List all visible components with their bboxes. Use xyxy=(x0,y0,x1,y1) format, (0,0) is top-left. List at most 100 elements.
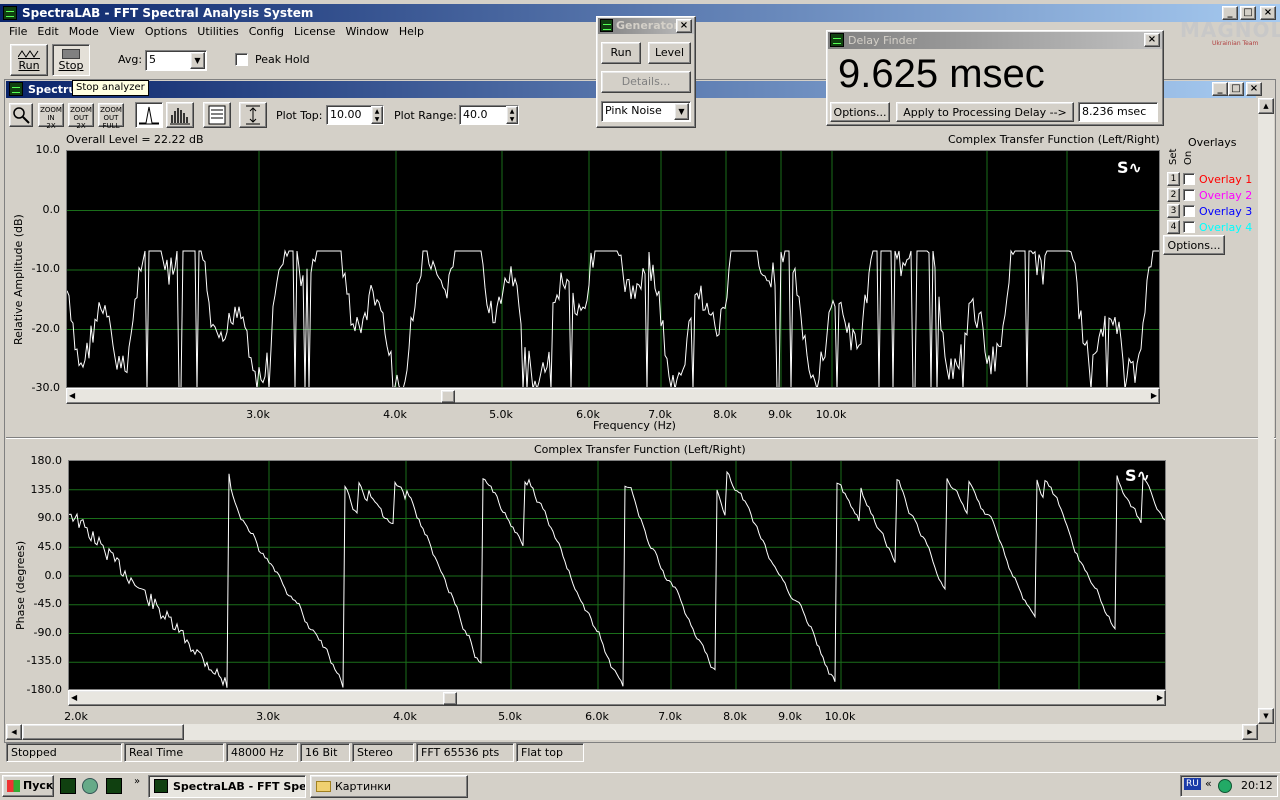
avg-select[interactable]: 5 ▼ xyxy=(145,50,207,71)
overlay-on-checkbox[interactable] xyxy=(1183,205,1195,217)
processing-delay-field[interactable]: 8.236 msec xyxy=(1078,102,1158,122)
scale-button[interactable] xyxy=(239,102,267,128)
child-close-button[interactable]: × xyxy=(1246,82,1262,96)
menu-file[interactable]: File xyxy=(4,22,32,42)
overlay-set-button[interactable]: 4 xyxy=(1167,220,1180,234)
stop-button[interactable]: Stop xyxy=(52,44,90,76)
ytick-label: 10.0 xyxy=(35,143,61,156)
tray-expand-icon[interactable]: « xyxy=(1205,777,1212,790)
start-button[interactable]: Пуск xyxy=(2,775,54,797)
menu-options[interactable]: Options xyxy=(140,22,192,42)
scroll-up-icon[interactable]: ▲ xyxy=(1258,98,1274,114)
zoom-out-icon: ZOOM OUT 2X xyxy=(70,106,92,130)
generator-close-button[interactable]: × xyxy=(676,19,692,33)
bar-graph-icon xyxy=(170,108,190,125)
task-spectralab[interactable]: SpectraLAB - FFT Spe... xyxy=(148,775,306,798)
xtick-label: 2.0k xyxy=(64,710,88,723)
ytick-label: 90.0 xyxy=(37,511,63,525)
plot-top-label: Plot Top: xyxy=(276,109,323,122)
plot-range-input[interactable]: 40.0 ▲ ▼ xyxy=(459,105,519,125)
peak-hold-checkbox[interactable] xyxy=(235,53,248,66)
overlay-on-checkbox[interactable] xyxy=(1183,173,1195,185)
overlay-label: Overlay 1 xyxy=(1199,173,1253,186)
overlay-on-checkbox[interactable] xyxy=(1183,221,1195,233)
menu-help[interactable]: Help xyxy=(394,22,429,42)
zoom-in-button[interactable]: ZOOM IN 2X xyxy=(38,103,64,130)
menu-utilities[interactable]: Utilities xyxy=(192,22,243,42)
xtick-label: 7.0k xyxy=(658,710,682,723)
generator-level-button[interactable]: Level xyxy=(648,42,691,64)
plot-top-spinner[interactable]: ▲ ▼ xyxy=(371,106,383,124)
quicklaunch-app-icon[interactable] xyxy=(106,778,122,794)
zoom-tool-button[interactable] xyxy=(9,103,33,127)
window-vscrollbar[interactable]: ▲ ▼ xyxy=(1258,98,1274,724)
delay-finder-title: Delay Finder xyxy=(848,34,917,47)
menu-window[interactable]: Window xyxy=(340,22,393,42)
language-indicator[interactable]: RU xyxy=(1184,778,1201,790)
delay-options-button[interactable]: Options... xyxy=(830,102,890,122)
scroll-left-icon[interactable]: ◀ xyxy=(6,724,22,740)
generator-run-button[interactable]: Run xyxy=(601,42,641,64)
phase-plot-title: Complex Transfer Function (Left/Right) xyxy=(534,443,746,456)
line-mode-button[interactable] xyxy=(135,102,163,128)
quicklaunch-spectralab-icon[interactable] xyxy=(60,778,76,794)
xtick-label: 3.0k xyxy=(246,408,270,421)
window-hscroll-thumb[interactable] xyxy=(22,724,184,740)
scroll-left-icon: ◀ xyxy=(69,391,76,400)
child-minimize-button[interactable]: _ xyxy=(1212,82,1228,96)
phase-hscrollbar[interactable]: ◀ ▶ xyxy=(68,690,1166,706)
window-hscrollbar[interactable]: ◀ ▶ xyxy=(6,724,1258,740)
amp-scroll-thumb[interactable] xyxy=(441,390,455,403)
phase-ylabel: Phase (degrees) xyxy=(14,540,27,630)
menu-mode[interactable]: Mode xyxy=(64,22,104,42)
amp-hscrollbar[interactable]: ◀ ▶ xyxy=(66,388,1160,404)
plot-top-input[interactable]: 10.00 ▲ ▼ xyxy=(326,105,384,125)
bar-mode-button[interactable] xyxy=(166,102,194,128)
phase-scroll-thumb[interactable] xyxy=(443,692,457,705)
menu-edit[interactable]: Edit xyxy=(32,22,63,42)
status-cell: 16 Bit xyxy=(300,743,350,762)
task-folder[interactable]: Картинки xyxy=(310,775,468,798)
scroll-right-icon[interactable]: ▶ xyxy=(1242,724,1258,740)
ytick-label: 180.0 xyxy=(30,454,63,467)
quicklaunch-globe-icon[interactable] xyxy=(82,778,98,794)
scroll-down-icon[interactable]: ▼ xyxy=(1258,708,1274,724)
chevron-down-icon[interactable]: ▼ xyxy=(190,52,205,69)
ytick-label: -30.0 xyxy=(31,381,60,394)
generator-signal-select[interactable]: Pink Noise ▼ xyxy=(601,101,691,122)
menu-license[interactable]: License xyxy=(289,22,340,42)
overlays-options-button[interactable]: Options... xyxy=(1163,235,1225,255)
quicklaunch-more-icon[interactable]: » xyxy=(134,776,140,787)
child-maximize-button[interactable]: □ xyxy=(1228,82,1244,96)
plot-range-spinner[interactable]: ▲ ▼ xyxy=(506,106,518,124)
menu-view[interactable]: View xyxy=(104,22,140,42)
overlay-set-button[interactable]: 1 xyxy=(1167,172,1180,186)
xtick-label: 9.0k xyxy=(778,710,802,723)
plot-splitter[interactable] xyxy=(6,437,1276,439)
phase-plot[interactable]: S∿ xyxy=(68,460,1166,690)
clock: 20:12 xyxy=(1241,779,1273,792)
amplitude-plot[interactable]: S∿ xyxy=(66,150,1160,388)
zoom-full-button[interactable]: ZOOM OUT FULL xyxy=(98,103,124,130)
overlay-on-checkbox[interactable] xyxy=(1183,189,1195,201)
overall-level: Overall Level = 22.22 dB xyxy=(66,133,204,146)
ytick-label: -20.0 xyxy=(31,321,60,335)
tray-network-icon[interactable] xyxy=(1218,779,1232,793)
windows-logo-icon xyxy=(7,780,20,792)
delay-value: 9.625 msec xyxy=(838,52,1045,96)
ytick-label: 0.0 xyxy=(42,202,61,216)
apply-delay-button[interactable]: Apply to Processing Delay --> xyxy=(896,102,1074,122)
overlay-set-button[interactable]: 2 xyxy=(1167,188,1180,202)
zoom-out-button[interactable]: ZOOM OUT 2X xyxy=(68,103,94,130)
generator-details-button[interactable]: Details... xyxy=(601,71,691,93)
ytick-label: -135.0 xyxy=(26,654,62,668)
run-button[interactable]: Run xyxy=(10,44,48,76)
menu-config[interactable]: Config xyxy=(244,22,289,42)
status-cell: Stereo xyxy=(352,743,414,762)
delay-finder-close-button[interactable]: × xyxy=(1144,33,1160,47)
display-settings-button[interactable] xyxy=(203,102,231,128)
xtick-label: 4.0k xyxy=(383,408,407,421)
generator-title: Generator xyxy=(616,19,679,32)
chevron-down-icon[interactable]: ▼ xyxy=(674,103,689,120)
overlay-set-button[interactable]: 3 xyxy=(1167,204,1180,218)
